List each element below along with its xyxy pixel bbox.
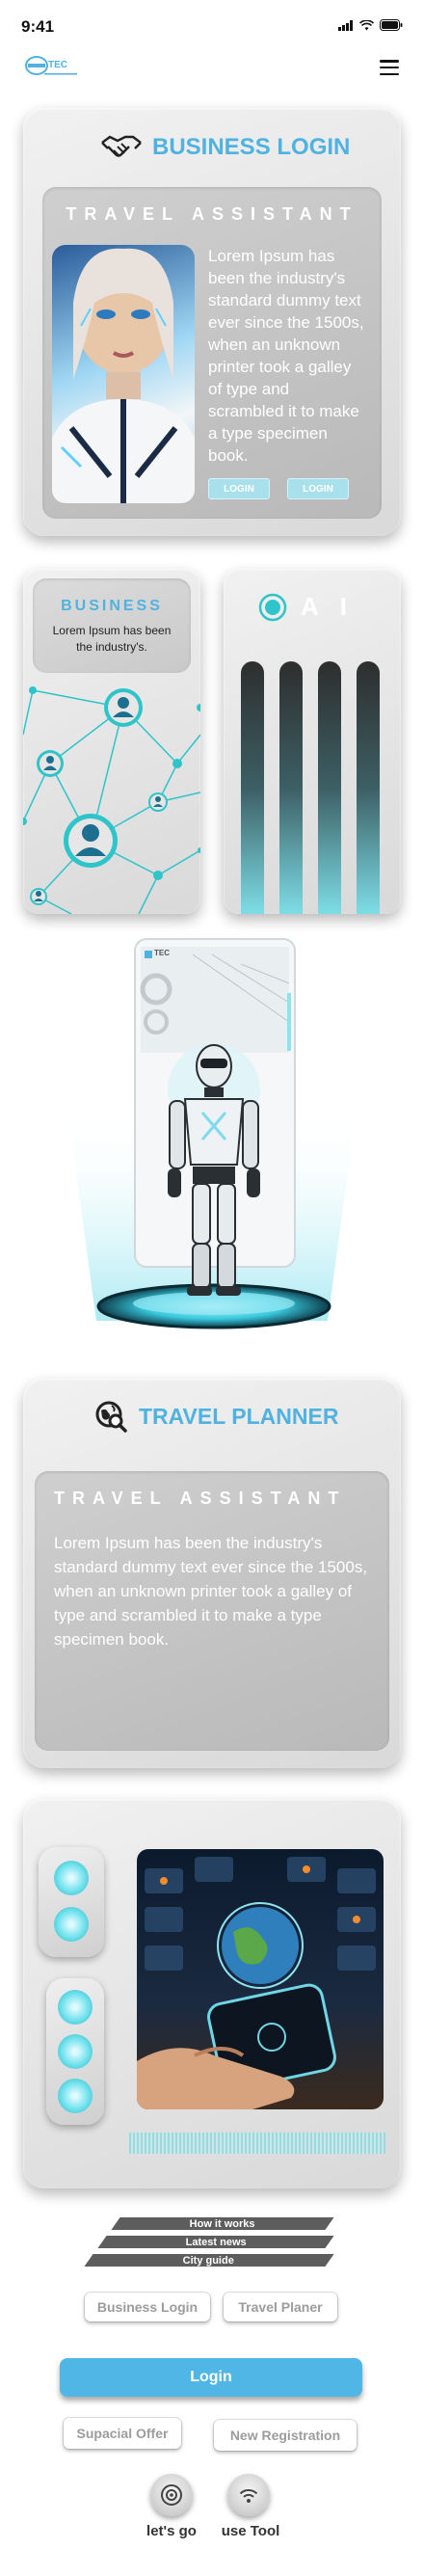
wifi-signal-icon	[239, 2489, 258, 2503]
use-tool-label: use Tool	[221, 2523, 280, 2539]
wifi-icon	[359, 19, 374, 30]
hologram-scanline-bar	[129, 2133, 385, 2154]
business-login-header: BUSINESS LOGIN	[100, 133, 350, 162]
travel-planner-title: TRAVEL PLANNER	[139, 1403, 339, 1429]
status-icons	[338, 19, 403, 31]
travel-planer-button[interactable]: Travel Planer	[224, 2293, 337, 2321]
toggle-dot[interactable]	[58, 2034, 93, 2069]
city-guide-link[interactable]: City guide	[84, 2254, 334, 2267]
business-body: Lorem Ipsum has been the industry's.	[52, 624, 172, 654]
ai-bar	[318, 661, 341, 914]
network-graph	[23, 686, 200, 914]
travel-planner-body: Lorem Ipsum has been the industry's stan…	[54, 1534, 368, 1649]
business-login-body: Lorem Ipsum has been the industry's stan…	[208, 247, 364, 465]
lets-go-label: let's go	[146, 2523, 197, 2539]
business-network-card: BUSINESS Lorem Ipsum has been the indust…	[23, 569, 200, 914]
ai-title: AI	[301, 592, 368, 621]
business-login-card: BUSINESS LOGIN TRAVEL ASSISTANT Lorem Ip…	[23, 108, 401, 536]
robot-hologram-image	[67, 938, 357, 1329]
toggle-group-2	[46, 1978, 104, 2125]
travel-planner-panel: TRAVEL ASSISTANT Lorem Ipsum has been th…	[35, 1471, 389, 1751]
how-it-works-label: How it works	[190, 2217, 255, 2230]
travel-planner-header: TRAVEL PLANNER	[94, 1400, 338, 1433]
login-button[interactable]: Login	[60, 2358, 362, 2397]
hamburger-menu-icon[interactable]	[380, 60, 399, 75]
app-logo[interactable]: TEC	[23, 50, 81, 89]
city-guide-label: City guide	[183, 2254, 235, 2267]
battery-icon	[380, 19, 403, 31]
status-time: 9:41	[21, 17, 55, 36]
toggle-dot[interactable]	[58, 1990, 93, 2025]
new-registration-button[interactable]: New Registration	[214, 2420, 357, 2451]
travel-planner-card: TRAVEL PLANNER TRAVEL ASSISTANT Lorem Ip…	[23, 1379, 401, 1768]
special-offer-button[interactable]: Supacial Offer	[64, 2418, 181, 2449]
user-node-icon	[30, 688, 168, 905]
robot-hologram-section: TEC	[0, 935, 424, 1350]
toggle-dot[interactable]	[54, 1907, 89, 1942]
phone-hologram-card	[23, 1799, 401, 2188]
login-button-2[interactable]: LOGIN	[287, 478, 349, 499]
travel-assistant-heading: TRAVEL ASSISTANT	[66, 204, 358, 224]
ai-bar	[241, 661, 264, 914]
handshake-icon	[101, 135, 142, 157]
lets-go-button[interactable]	[150, 2474, 193, 2516]
business-login-button[interactable]: Business Login	[85, 2293, 210, 2321]
target-icon	[161, 2484, 182, 2506]
latest-news-label: Latest news	[185, 2236, 247, 2248]
business-login-title: BUSINESS LOGIN	[152, 134, 351, 160]
logo-text: TEC	[48, 60, 67, 70]
robot-screen-logo: TEC	[154, 949, 170, 957]
how-it-works-link[interactable]: How it works	[111, 2217, 334, 2230]
toggle-dot[interactable]	[58, 2079, 93, 2113]
business-panel: BUSINESS Lorem Ipsum has been the indust…	[33, 578, 191, 673]
signal-icon	[338, 19, 353, 31]
ai-bar	[357, 661, 380, 914]
use-tool-button[interactable]	[227, 2474, 270, 2516]
toggle-dot[interactable]	[54, 1861, 89, 1895]
ai-card: AI	[224, 569, 401, 914]
phone-hologram-image	[137, 1849, 384, 2109]
globe-search-icon	[95, 1401, 127, 1433]
ai-orb-icon	[258, 593, 287, 621]
business-title: BUSINESS	[61, 598, 163, 614]
latest-news-link[interactable]: Latest news	[97, 2236, 334, 2248]
toggle-group-1	[39, 1847, 104, 1957]
ai-woman-image	[52, 245, 195, 503]
ai-logo: AI	[258, 592, 368, 622]
login-button-1[interactable]: LOGIN	[208, 478, 270, 499]
travel-planner-heading: TRAVEL ASSISTANT	[54, 1489, 347, 1508]
ai-bar	[279, 661, 303, 914]
travel-assistant-panel: TRAVEL ASSISTANT Lorem Ipsum has been th…	[42, 187, 382, 519]
